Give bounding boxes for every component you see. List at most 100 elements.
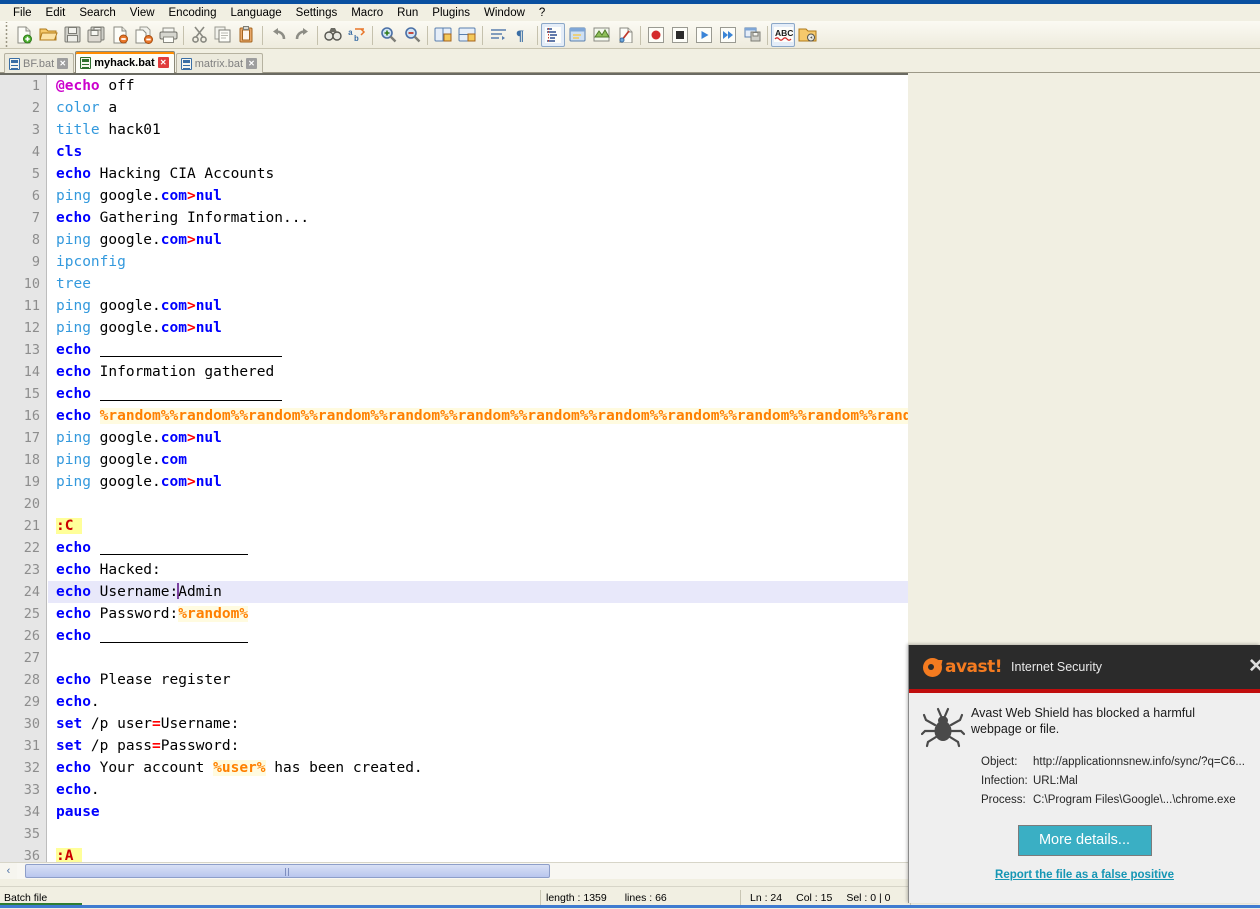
replace-icon[interactable]: ab	[345, 23, 369, 47]
code-line[interactable]: 15 echo	[24, 383, 908, 405]
menu-item-file[interactable]: File	[6, 6, 39, 20]
menu-item-language[interactable]: Language	[223, 6, 288, 20]
word-wrap-icon[interactable]	[486, 23, 510, 47]
zoom-in-icon[interactable]	[376, 23, 400, 47]
spellcheck-icon[interactable]: ABC	[771, 22, 795, 47]
redo-icon[interactable]	[290, 23, 314, 47]
code-line[interactable]: 36:A	[24, 845, 908, 862]
new-file-icon[interactable]	[12, 23, 36, 47]
code-line[interactable]: 32 echo Your account %user% has been crea…	[24, 757, 908, 779]
close-file-icon[interactable]	[108, 23, 132, 47]
macro-stop-icon[interactable]	[668, 23, 692, 47]
tab-close-icon[interactable]: ✕	[246, 58, 258, 69]
code-line[interactable]: 30 set /p user=Username:	[24, 713, 908, 735]
code-line[interactable]: 22 echo	[24, 537, 908, 559]
menu-item-window[interactable]: Window	[477, 6, 532, 20]
menu-item-macro[interactable]: Macro	[344, 6, 390, 20]
code-line[interactable]: 35	[24, 823, 908, 845]
scroll-left-arrow-icon[interactable]: ‹	[0, 863, 17, 879]
tab-myhack-bat[interactable]: myhack.bat ✕	[75, 51, 175, 73]
undo-icon[interactable]	[266, 23, 290, 47]
close-all-icon[interactable]	[132, 23, 156, 47]
scrollbar-thumb[interactable]	[25, 864, 550, 878]
user-defined-dialog-icon[interactable]	[565, 23, 589, 47]
code-line[interactable]: 23 echo Hacked:	[24, 559, 908, 581]
code-line[interactable]: 5 echo Hacking CIA Accounts	[32, 163, 908, 185]
code-line[interactable]: 6 ping google.com>nul	[32, 185, 908, 207]
code-line[interactable]: 14 echo Information gathered	[24, 361, 908, 383]
menu-item-settings[interactable]: Settings	[289, 6, 345, 20]
menu-item-help[interactable]: ?	[532, 6, 552, 20]
macro-playmulti-icon[interactable]	[716, 23, 740, 47]
code-line[interactable]: 3 title hack01	[32, 119, 908, 141]
code-line[interactable]: 11 ping google.com>nul	[24, 295, 908, 317]
close-icon[interactable]: ✕	[1248, 657, 1260, 676]
menu-item-view[interactable]: View	[123, 6, 162, 20]
code-line[interactable]: 24 echo Username:Admin	[24, 581, 908, 603]
doc-map-icon[interactable]	[589, 23, 613, 47]
code-line[interactable]: 16 echo %random%%random%%random%%random%%…	[24, 405, 908, 427]
code-line[interactable]: 25 echo Password:%random%	[24, 603, 908, 625]
code-line[interactable]: 10 tree	[24, 273, 908, 295]
code-line[interactable]: 31 set /p pass=Password:	[24, 735, 908, 757]
zoom-out-icon[interactable]	[400, 23, 424, 47]
code-line[interactable]: 33 echo.	[24, 779, 908, 801]
code-line[interactable]: 27	[24, 647, 908, 669]
code-line[interactable]: 12 ping google.com>nul	[24, 317, 908, 339]
sync-vertical-icon[interactable]	[431, 23, 455, 47]
code-token: off	[99, 78, 135, 94]
code-line[interactable]: 26 echo	[24, 625, 908, 647]
cut-icon[interactable]	[187, 23, 211, 47]
more-details-button[interactable]: More details...	[1017, 825, 1152, 856]
code-line[interactable]: 8 ping google.com>nul	[32, 229, 908, 251]
code-line[interactable]: 7 echo Gathering Information...	[32, 207, 908, 229]
code-line[interactable]: 19 ping google.com>nul	[24, 471, 908, 493]
code-line[interactable]: 9 ipconfig	[32, 251, 908, 273]
save-all-icon[interactable]	[84, 23, 108, 47]
macro-play-icon[interactable]	[692, 23, 716, 47]
print-icon[interactable]	[156, 23, 180, 47]
code-token: ping	[56, 298, 91, 314]
save-icon[interactable]	[60, 23, 84, 47]
code-line[interactable]: 18 ping google.com	[24, 449, 908, 471]
tab-close-icon[interactable]: ✕	[157, 57, 169, 68]
run-icon[interactable]	[795, 23, 819, 47]
macro-record-icon[interactable]	[644, 23, 668, 47]
toolbar-drag-grip[interactable]	[2, 21, 11, 48]
menu-item-run[interactable]: Run	[390, 6, 425, 20]
paste-icon[interactable]	[235, 23, 259, 47]
tab-close-icon[interactable]: ✕	[57, 58, 69, 69]
code-line[interactable]: 29 echo.	[24, 691, 908, 713]
scrollbar-track[interactable]	[17, 863, 908, 879]
sync-horizontal-icon[interactable]	[455, 23, 479, 47]
menu-item-encoding[interactable]: Encoding	[162, 6, 224, 20]
find-icon[interactable]	[321, 23, 345, 47]
menu-item-search[interactable]: Search	[72, 6, 122, 20]
report-false-positive-link[interactable]: Report the file as a false positive	[909, 869, 1260, 881]
macro-save-icon[interactable]	[740, 23, 764, 47]
code-line[interactable]: 28 echo Please register	[24, 669, 908, 691]
open-file-icon[interactable]	[36, 23, 60, 47]
code-line[interactable]: 4 cls	[32, 141, 908, 163]
code-line[interactable]: 13 echo	[24, 339, 908, 361]
show-all-chars-icon[interactable]: ¶	[510, 23, 534, 47]
indent-guide-icon[interactable]	[541, 22, 565, 47]
code-line[interactable]: 17 ping google.com>nul	[24, 427, 908, 449]
code-token: =	[152, 738, 161, 754]
code-line[interactable]: 21:C	[24, 515, 908, 537]
toolbar-separator	[369, 24, 376, 46]
avast-notification-popup[interactable]: avast! Internet Security ✕	[908, 645, 1260, 903]
code-line[interactable]: 20	[24, 493, 908, 515]
code-editor[interactable]: 1 @echo off 2 color a 3 title hack01 4 cls 5 echo…	[0, 73, 908, 862]
horizontal-scrollbar[interactable]: ‹	[0, 862, 908, 879]
menu-item-edit[interactable]: Edit	[39, 6, 73, 20]
code-line[interactable]: 1 @echo off	[32, 75, 908, 97]
copy-icon[interactable]	[211, 23, 235, 47]
tab-matrix-bat[interactable]: matrix.bat ✕	[175, 53, 264, 73]
code-line[interactable]: 34 pause	[24, 801, 908, 823]
code-line[interactable]: 2 color a	[32, 97, 908, 119]
menu-item-plugins[interactable]: Plugins	[425, 6, 477, 20]
tab-bf-bat[interactable]: BF.bat ✕	[4, 53, 75, 73]
code-text-area[interactable]: 1 @echo off 2 color a 3 title hack01 4 cls 5 echo…	[24, 75, 908, 862]
function-list-icon[interactable]	[613, 23, 637, 47]
